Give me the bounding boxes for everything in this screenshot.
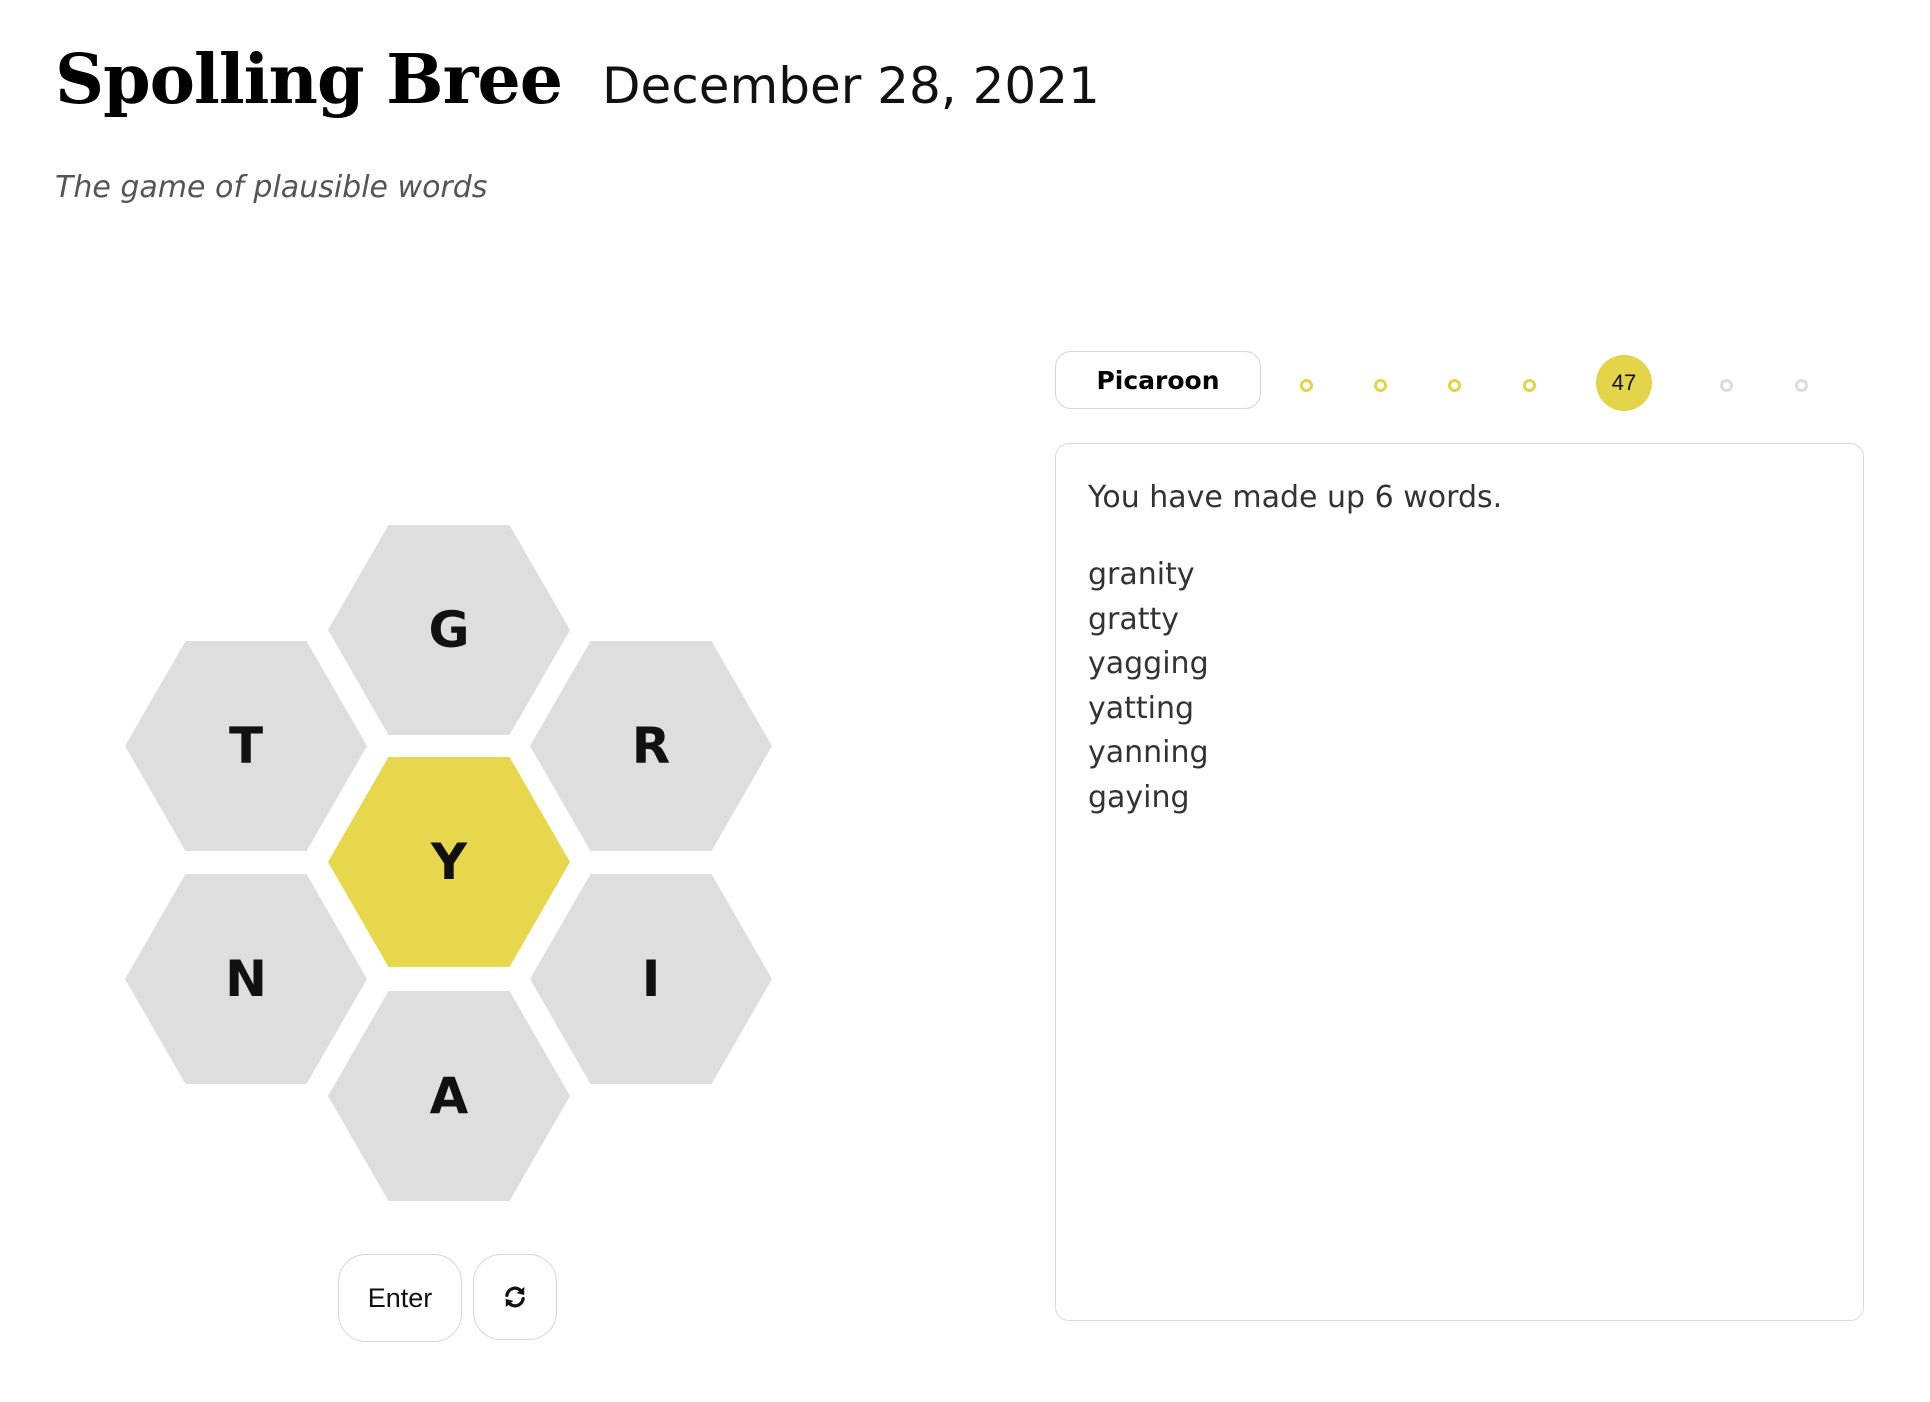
shuffle-button[interactable]: [473, 1254, 557, 1340]
hive-cell-center[interactable]: Y: [328, 757, 570, 967]
hive-letter: Y: [430, 833, 468, 891]
progress-dot-achieved: [1523, 379, 1536, 392]
found-word: yagging: [1088, 646, 1209, 681]
hive-cell-upper-right[interactable]: R: [530, 641, 772, 851]
found-word-list: granity gratty yagging yatting yanning g…: [1088, 553, 1831, 820]
shuffle-icon: [505, 1286, 525, 1308]
found-word: gratty: [1088, 601, 1180, 637]
hive-letter: I: [641, 950, 661, 1008]
hive-letter: A: [429, 1067, 469, 1125]
progress-dot-achieved: [1374, 379, 1387, 392]
hive-letter: T: [228, 717, 264, 775]
found-word: gaying: [1088, 779, 1190, 815]
found-words-panel: You have made up 6 words. granity gratty…: [1055, 443, 1864, 1321]
hive-letter: R: [631, 717, 671, 775]
hive-cell-lower-right[interactable]: I: [530, 874, 772, 1084]
rank-label[interactable]: Picaroon: [1055, 351, 1261, 409]
progress-dot-pending: [1720, 379, 1733, 392]
progress-dot-achieved: [1448, 379, 1461, 392]
hive-letter: G: [428, 601, 470, 659]
hive-cell-bottom[interactable]: A: [328, 991, 570, 1201]
progress-dot-pending: [1795, 379, 1808, 392]
hive-cell-upper-left[interactable]: T: [125, 641, 367, 851]
hive-cell-lower-left[interactable]: N: [125, 874, 367, 1084]
hive-letter: N: [225, 950, 267, 1008]
score-badge: 47: [1596, 355, 1652, 411]
hive-cell-top[interactable]: G: [328, 525, 570, 735]
found-word: granity: [1088, 557, 1195, 592]
letter-hive: G T R Y N I A: [0, 0, 900, 1402]
enter-button[interactable]: Enter: [338, 1254, 462, 1342]
found-word: yanning: [1088, 735, 1209, 770]
words-count-text: You have made up 6 words.: [1088, 480, 1503, 515]
found-word: yatting: [1088, 690, 1195, 726]
progress-dot-achieved: [1300, 379, 1313, 392]
